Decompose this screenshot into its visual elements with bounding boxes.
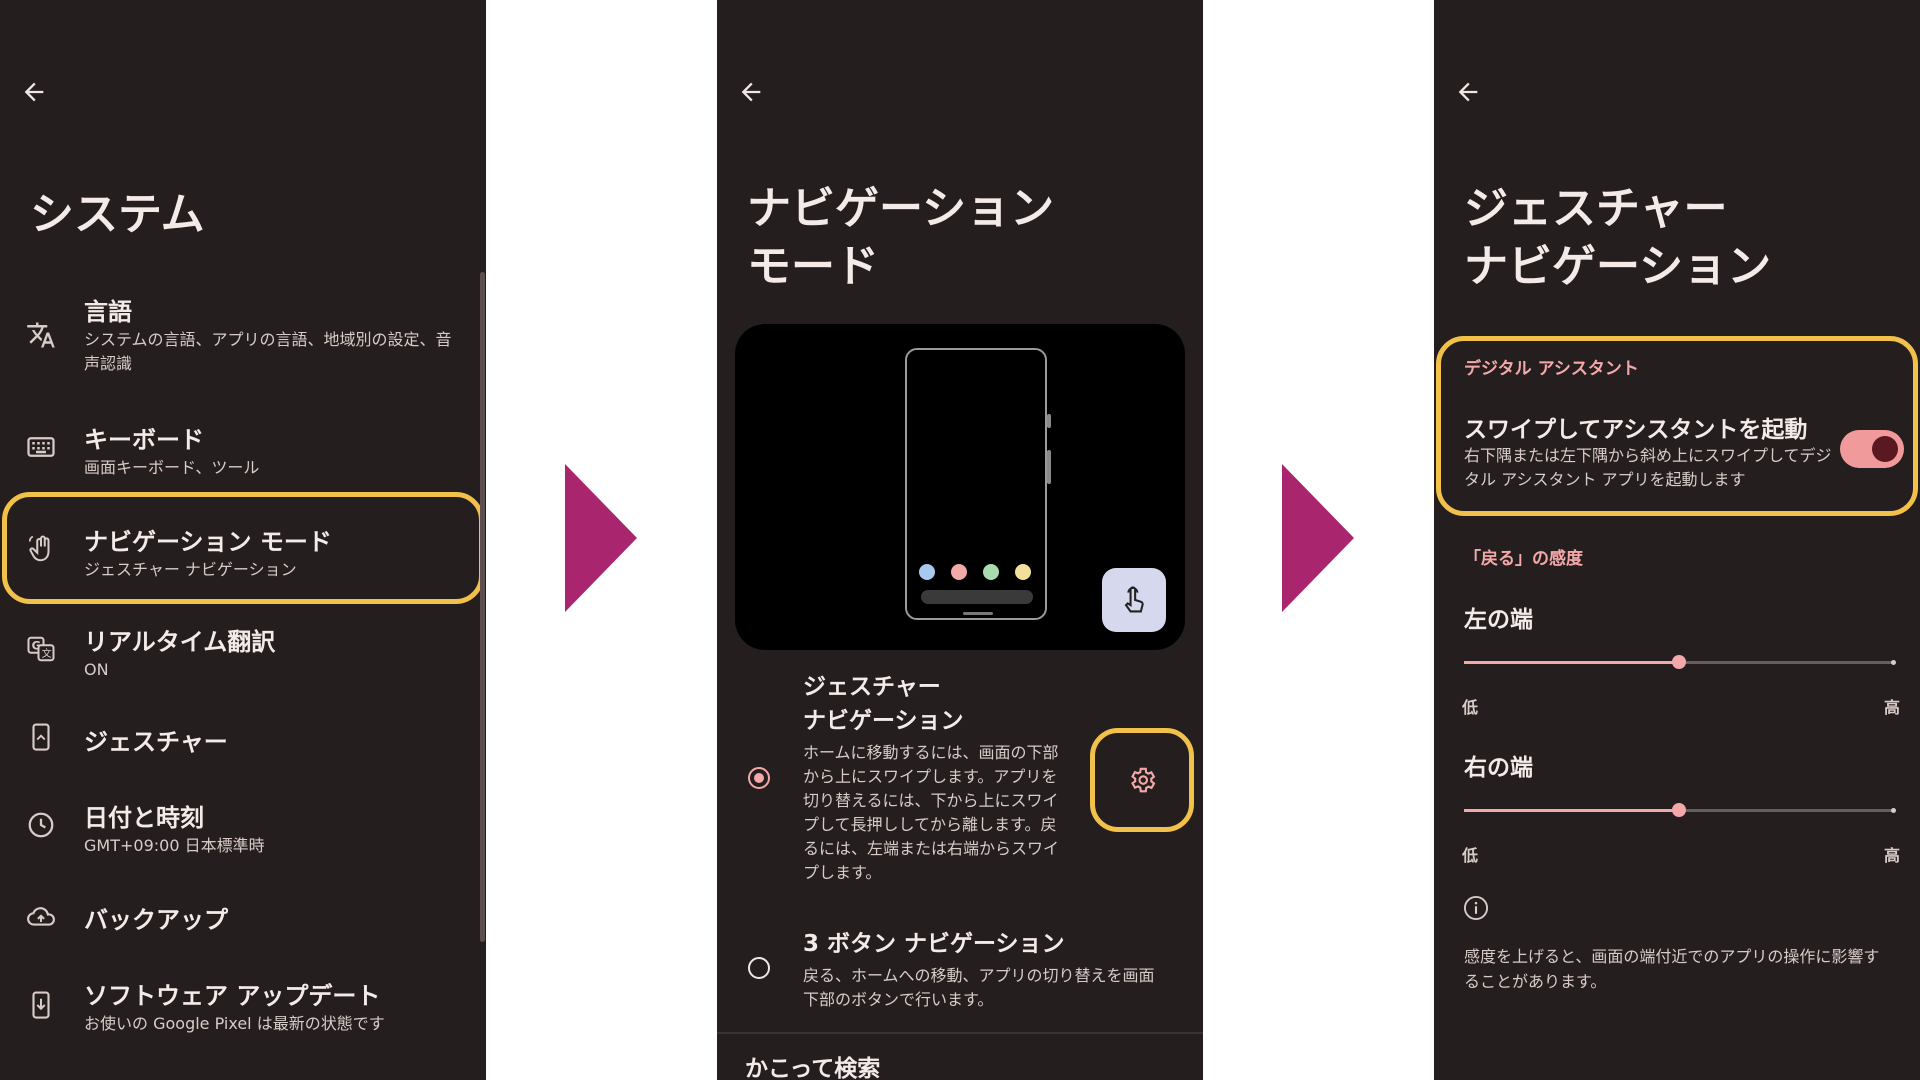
option-title-line2: ナビゲーション: [803, 708, 964, 734]
slider-high-label: 高: [1884, 698, 1901, 717]
settings-item-navigation-mode[interactable]: ナビゲーション モード ジェスチャー ナビゲーション: [0, 520, 480, 590]
section-label-digital-assistant: デジタル アシスタント: [1464, 359, 1639, 379]
settings-item-title: 言語: [84, 298, 132, 326]
settings-item-language[interactable]: 言語 システムの言語、アプリの言語、地域別の設定、音声認識: [0, 288, 480, 388]
preview-search-bar: [921, 590, 1033, 604]
section-label-back-sensitivity: 「戻る」の感度: [1464, 549, 1583, 569]
page-title-line1: ナビゲーション: [747, 183, 1055, 234]
settings-item-software-update[interactable]: ソフトウェア アップデート お使いの Google Pixel は最新の状態です: [0, 974, 480, 1044]
page-title-line1: ジェスチャー: [1464, 183, 1728, 234]
option-title: 3 ボタン ナビゲーション: [803, 931, 1065, 957]
assistant-toggle-switch[interactable]: [1840, 430, 1904, 468]
settings-item-subtitle: 画面キーボード、ツール: [84, 458, 260, 477]
preview-dot: [1015, 564, 1031, 580]
animation-toggle-button[interactable]: [1102, 568, 1166, 632]
settings-item-subtitle: ON: [84, 660, 109, 679]
settings-item-gestures[interactable]: ジェスチャー: [0, 716, 480, 760]
sensitivity-note: 感度を上げると、画面の端付近でのアプリの操作に影響することがあります。: [1464, 947, 1880, 991]
step-arrow: [1282, 464, 1354, 612]
svg-text:文: 文: [42, 647, 52, 660]
clock-icon: [28, 812, 54, 838]
system-update-icon: [32, 991, 50, 1019]
radio-unselected[interactable]: [748, 957, 770, 979]
scrollbar[interactable]: [480, 272, 485, 942]
setting-subtitle: 右下隅または左下隅から斜め上にスワイプしてデジタル アシスタント アプリを起動し…: [1464, 446, 1832, 489]
slider-low-label: 低: [1462, 698, 1479, 717]
live-translate-icon: G 文: [27, 636, 55, 662]
phone-gesture-icon: [32, 723, 50, 751]
gesture-hand-icon: [28, 535, 50, 562]
section-header-circle-to-search: かこって検索: [745, 1056, 881, 1080]
preview-dot: [983, 564, 999, 580]
settings-item-backup[interactable]: バックアップ: [0, 896, 480, 940]
back-arrow-icon[interactable]: [1454, 78, 1482, 106]
preview-dot: [919, 564, 935, 580]
option-title-line1: ジェスチャー: [803, 674, 941, 700]
phone-illustration: [905, 348, 1051, 620]
gear-icon[interactable]: [1127, 765, 1157, 795]
slider-label-left-edge: 左の端: [1464, 607, 1533, 633]
toggle-knob: [1872, 436, 1898, 462]
gesture-handle: [963, 612, 993, 615]
settings-item-live-translate[interactable]: G 文 リアルタイム翻訳 ON: [0, 620, 480, 690]
slider-end-dot: [1891, 660, 1896, 665]
gesture-navigation-screen: ジェスチャー ナビゲーション デジタル アシスタント スワイプしてアシスタントを…: [1434, 0, 1920, 1080]
navigation-mode-screen: ナビゲーション モード ジェスチャー ナビゲーション ホームに移動するには、画面…: [717, 0, 1203, 1080]
slider-fill: [1464, 661, 1679, 664]
preview-dot: [951, 564, 967, 580]
left-edge-slider[interactable]: [1464, 655, 1896, 669]
step-arrow: [565, 464, 637, 612]
slider-low-label: 低: [1462, 846, 1479, 865]
slider-high-label: 高: [1884, 846, 1901, 865]
right-edge-slider[interactable]: [1464, 803, 1896, 817]
settings-item-title: ジェスチャー: [84, 728, 228, 756]
tutorial-stage: システム 言語 システムの言語、アプリの言語、地域別の設定、音声認識 キーボード…: [0, 0, 1920, 1080]
settings-item-subtitle: GMT+09:00 日本標準時: [84, 836, 265, 855]
settings-item-title: ナビゲーション モード: [84, 528, 332, 556]
settings-item-subtitle: システムの言語、アプリの言語、地域別の設定、音声認識: [84, 330, 452, 373]
navigation-preview: [735, 324, 1185, 650]
slider-label-right-edge: 右の端: [1464, 755, 1533, 781]
system-settings-screen: システム 言語 システムの言語、アプリの言語、地域別の設定、音声認識 キーボード…: [0, 0, 486, 1080]
settings-item-title: ソフトウェア アップデート: [84, 982, 381, 1010]
settings-item-title: キーボード: [84, 426, 204, 454]
cloud-backup-icon: [27, 907, 55, 926]
back-arrow-icon[interactable]: [20, 78, 48, 106]
setting-title: スワイプしてアシスタントを起動: [1464, 417, 1808, 443]
slider-fill: [1464, 809, 1679, 812]
option-description: 戻る、ホームへの移動、アプリの切り替えを画面下部のボタンで行います。: [803, 966, 1155, 1009]
page-title: システム: [30, 189, 205, 240]
settings-item-title: バックアップ: [84, 906, 228, 934]
settings-item-subtitle: お使いの Google Pixel は最新の状態です: [84, 1014, 385, 1033]
keyboard-icon: [27, 437, 55, 457]
option-description: ホームに移動するには、画面の下部から上にスワイプします。アプリを切り替えるには、…: [803, 743, 1060, 882]
settings-item-keyboard[interactable]: キーボード 画面キーボード、ツール: [0, 418, 480, 488]
info-icon: [1463, 895, 1489, 921]
translate-icon: [27, 322, 55, 348]
slider-end-dot: [1891, 808, 1896, 813]
radio-selected[interactable]: [748, 767, 770, 789]
back-arrow-icon[interactable]: [737, 78, 765, 106]
settings-item-date-time[interactable]: 日付と時刻 GMT+09:00 日本標準時: [0, 796, 480, 866]
page-title-line2: モード: [747, 241, 879, 292]
settings-item-title: リアルタイム翻訳: [84, 628, 276, 656]
settings-item-title: 日付と時刻: [84, 804, 204, 832]
page-title-line2: ナビゲーション: [1464, 241, 1772, 292]
settings-item-subtitle: ジェスチャー ナビゲーション: [84, 560, 297, 579]
slider-thumb[interactable]: [1672, 655, 1686, 669]
divider: [717, 1032, 1203, 1034]
touch-icon: [1124, 586, 1144, 613]
slider-thumb[interactable]: [1672, 803, 1686, 817]
